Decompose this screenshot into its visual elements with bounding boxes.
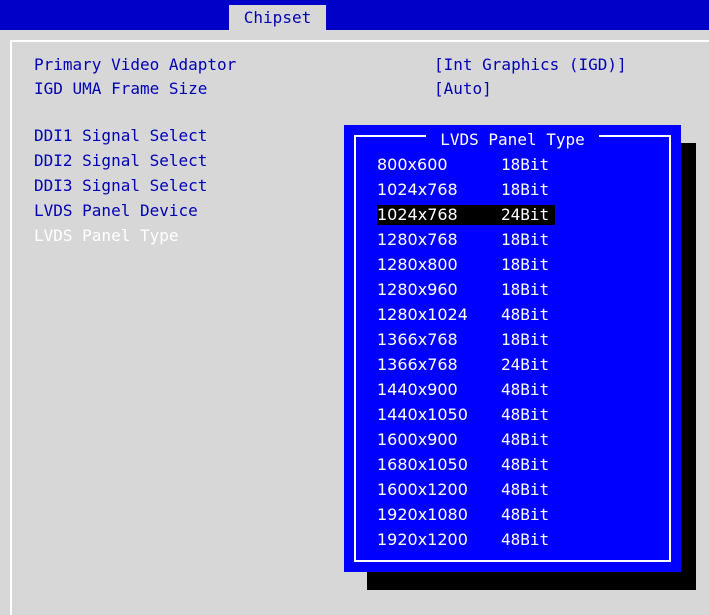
- option-resolution: 800x600: [377, 155, 448, 174]
- option-bit-depth: 48Bit: [501, 305, 550, 324]
- option-resolution: 1024x768: [377, 180, 458, 199]
- option-bit-depth: 48Bit: [501, 430, 550, 449]
- option-bit-depth: 18Bit: [501, 280, 550, 299]
- option-bit-depth: 18Bit: [501, 230, 550, 249]
- setting-label-lvds-panel-device[interactable]: LVDS Panel Device: [34, 201, 198, 221]
- option-1440x1050-48bit[interactable]: 1440x1050 48Bit: [377, 405, 549, 425]
- option-1440x900-48bit[interactable]: 1440x900 48Bit: [377, 380, 549, 400]
- option-1280x768-18bit[interactable]: 1280x768 18Bit: [377, 230, 549, 250]
- option-resolution: 1280x800: [377, 255, 458, 274]
- option-1366x768-24bit[interactable]: 1366x768 24Bit: [377, 355, 549, 375]
- option-resolution: 1280x1024: [377, 305, 468, 324]
- popup-title: LVDS Panel Type: [426, 129, 599, 151]
- option-bit-depth: 18Bit: [501, 180, 550, 199]
- tab-chipset[interactable]: Chipset: [229, 5, 326, 30]
- setting-label-ddi2-signal-select[interactable]: DDI2 Signal Select: [34, 151, 207, 171]
- option-1920x1080-48bit[interactable]: 1920x1080 48Bit: [377, 505, 549, 525]
- option-resolution: 1440x900: [377, 380, 458, 399]
- option-bit-depth: 48Bit: [501, 405, 550, 424]
- option-resolution: 1680x1050: [377, 455, 468, 474]
- option-bit-depth: 48Bit: [501, 480, 550, 499]
- option-bit-depth: 48Bit: [501, 380, 550, 399]
- option-bit-depth: 48Bit: [501, 505, 550, 524]
- option-1366x768-18bit[interactable]: 1366x768 18Bit: [377, 330, 549, 350]
- option-resolution: 1600x1200: [377, 480, 468, 499]
- option-resolution: 1366x768: [377, 330, 458, 349]
- option-resolution: 1280x960: [377, 280, 458, 299]
- option-1024x768-24bit-selected[interactable]: 1024x768 24Bit: [377, 205, 556, 225]
- setting-value-primary-video-adaptor[interactable]: [Int Graphics (IGD)]: [434, 55, 627, 75]
- option-1600x900-48bit[interactable]: 1600x900 48Bit: [377, 430, 549, 450]
- option-bit-depth: 18Bit: [501, 330, 550, 349]
- option-1920x1200-48bit[interactable]: 1920x1200 48Bit: [377, 530, 549, 550]
- option-resolution: 1024x768: [377, 205, 458, 224]
- option-800x600-18bit[interactable]: 800x600 18Bit: [377, 155, 549, 175]
- option-resolution: 1920x1080: [377, 505, 468, 524]
- option-1280x960-18bit[interactable]: 1280x960 18Bit: [377, 280, 549, 300]
- option-1600x1200-48bit[interactable]: 1600x1200 48Bit: [377, 480, 549, 500]
- option-resolution: 1600x900: [377, 430, 458, 449]
- option-resolution: 1280x768: [377, 230, 458, 249]
- option-bit-depth: 18Bit: [501, 255, 550, 274]
- option-bit-depth: 48Bit: [501, 530, 550, 549]
- header-bar: Chipset: [0, 0, 709, 30]
- setting-value-igd-uma-frame-size[interactable]: [Auto]: [434, 79, 492, 99]
- option-1280x800-18bit[interactable]: 1280x800 18Bit: [377, 255, 549, 275]
- option-bit-depth: 18Bit: [501, 155, 550, 174]
- option-bit-depth: 24Bit: [501, 205, 550, 224]
- option-resolution: 1366x768: [377, 355, 458, 374]
- lvds-panel-type-popup: LVDS Panel Type 800x600 18Bit 1024x768 18B…: [344, 125, 681, 572]
- option-bit-depth: 24Bit: [501, 355, 550, 374]
- setting-label-igd-uma-frame-size[interactable]: IGD UMA Frame Size: [34, 79, 207, 99]
- option-resolution: 1920x1200: [377, 530, 468, 549]
- setting-label-primary-video-adaptor[interactable]: Primary Video Adaptor: [34, 55, 236, 75]
- option-1280x1024-48bit[interactable]: 1280x1024 48Bit: [377, 305, 549, 325]
- setting-label-ddi3-signal-select[interactable]: DDI3 Signal Select: [34, 176, 207, 196]
- option-resolution: 1440x1050: [377, 405, 468, 424]
- option-bit-depth: 48Bit: [501, 455, 550, 474]
- option-1680x1050-48bit[interactable]: 1680x1050 48Bit: [377, 455, 549, 475]
- setting-label-lvds-panel-type[interactable]: LVDS Panel Type: [34, 226, 179, 246]
- option-1024x768-18bit[interactable]: 1024x768 18Bit: [377, 180, 549, 200]
- setting-label-ddi1-signal-select[interactable]: DDI1 Signal Select: [34, 126, 207, 146]
